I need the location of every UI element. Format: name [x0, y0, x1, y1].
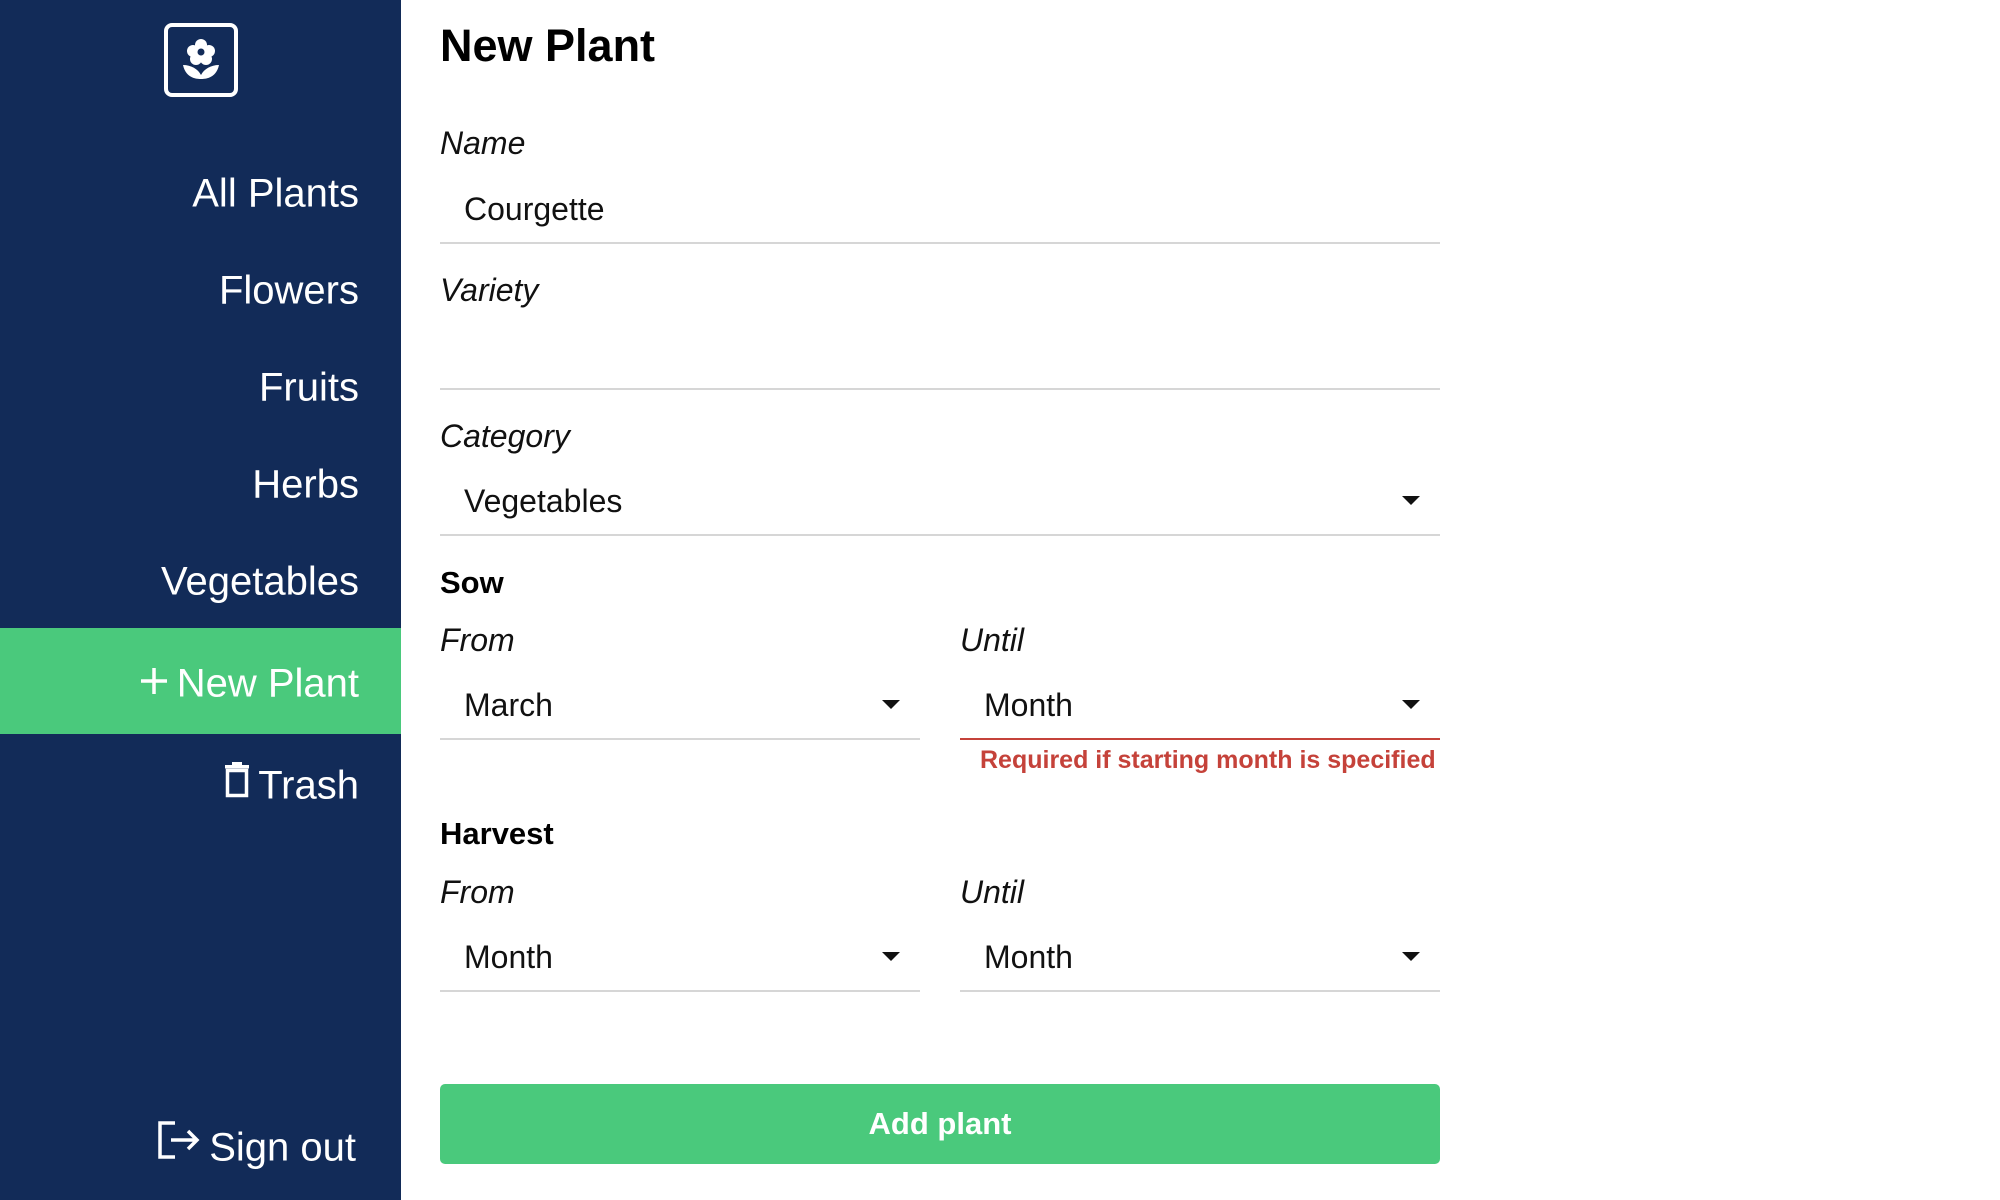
variety-label: Variety	[440, 272, 539, 308]
harvest-from-value: Month	[464, 939, 553, 975]
chevron-down-icon	[1402, 700, 1420, 709]
sidebar-item-vegetables[interactable]: Vegetables	[0, 526, 401, 632]
variety-field[interactable]	[440, 324, 1440, 390]
harvest-from-label: From	[440, 874, 515, 910]
page-title: New Plant	[440, 20, 656, 71]
name-label: Name	[440, 125, 526, 161]
sidebar-item-label: Fruits	[259, 365, 359, 410]
sidebar-item-label: Vegetables	[161, 559, 359, 604]
sow-until-value: Month	[984, 687, 1073, 723]
harvest-until-value: Month	[984, 939, 1073, 975]
harvest-heading: Harvest	[440, 816, 554, 851]
category-select[interactable]: Vegetables	[440, 470, 1440, 536]
add-plant-button[interactable]: Add plant	[440, 1084, 1440, 1164]
sidebar-item-label: Flowers	[218, 268, 359, 313]
harvest-until-label: Until	[960, 874, 1025, 910]
name-input[interactable]	[440, 178, 1440, 240]
name-field[interactable]	[440, 178, 1440, 244]
chevron-down-icon	[1402, 952, 1420, 961]
sidebar-item-fruits[interactable]: Fruits	[0, 332, 401, 438]
chevron-down-icon	[882, 700, 900, 709]
sow-until-select[interactable]: Month	[960, 674, 1440, 740]
sign-out-button[interactable]: Sign out	[0, 1092, 401, 1198]
trash-icon	[224, 732, 250, 838]
sidebar-item-label: All Plants	[192, 171, 359, 216]
sow-until-label: Until	[960, 622, 1025, 658]
plus-icon	[139, 630, 169, 736]
chevron-down-icon	[1402, 496, 1420, 505]
sow-from-select[interactable]: March	[440, 674, 920, 740]
sidebar-item-new-plant[interactable]: New Plant	[0, 628, 401, 734]
sidebar-item-herbs[interactable]: Herbs	[0, 429, 401, 535]
sidebar: All Plants Flowers Fruits Herbs Vegetabl…	[0, 0, 401, 1200]
sow-from-value: March	[464, 687, 553, 723]
sign-out-label: Sign out	[209, 1125, 356, 1170]
sidebar-item-label: Herbs	[252, 462, 359, 507]
category-value: Vegetables	[464, 483, 623, 519]
sidebar-item-all-plants[interactable]: All Plants	[0, 138, 401, 244]
category-label: Category	[440, 418, 570, 454]
sidebar-item-label: Trash	[258, 763, 359, 808]
sidebar-item-flowers[interactable]: Flowers	[0, 235, 401, 341]
sow-until-error: Required if starting month is specified	[980, 746, 1436, 774]
harvest-until-select[interactable]: Month	[960, 926, 1440, 992]
app-logo[interactable]	[164, 23, 238, 97]
sow-from-label: From	[440, 622, 515, 658]
sign-out-icon	[157, 1094, 201, 1200]
sidebar-item-label: New Plant	[176, 661, 359, 706]
new-plant-form: New Plant Name Variety Category Vegetabl…	[440, 0, 1440, 1200]
chevron-down-icon	[882, 952, 900, 961]
variety-input[interactable]	[440, 324, 1440, 386]
flower-icon	[183, 39, 219, 79]
sidebar-item-trash[interactable]: Trash	[0, 730, 401, 836]
sow-heading: Sow	[440, 565, 504, 600]
harvest-from-select[interactable]: Month	[440, 926, 920, 992]
